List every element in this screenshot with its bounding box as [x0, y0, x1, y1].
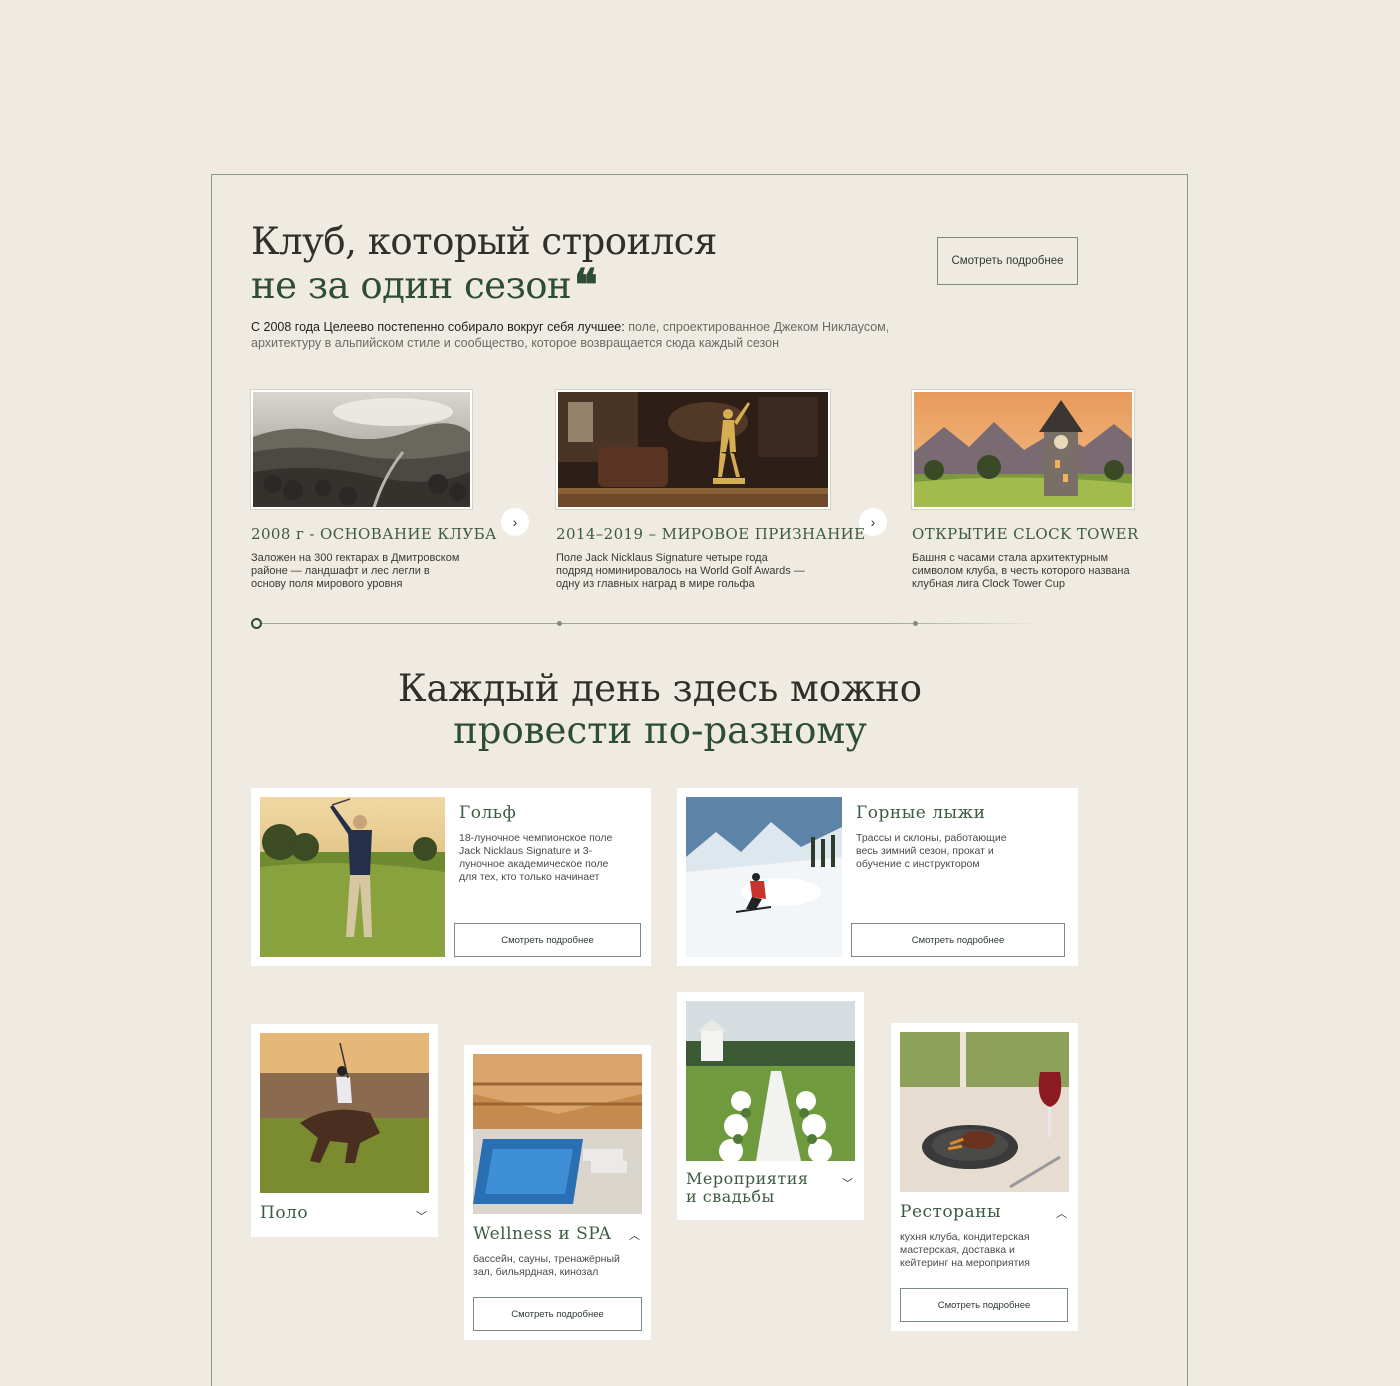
- chevron-up-icon[interactable]: ︿: [1056, 1205, 1067, 1221]
- restaurant-image: [900, 1032, 1069, 1192]
- ski-image: [686, 797, 842, 957]
- timeline-next-button-1[interactable]: ›: [501, 508, 529, 536]
- timeline-text-3: Башня с часами стала архитектурным симво…: [912, 552, 1130, 590]
- chevron-down-icon[interactable]: ﹀: [416, 1208, 427, 1224]
- hero-title-line1: Клуб, который строился: [251, 220, 717, 263]
- chevron-right-icon: ›: [512, 514, 518, 530]
- wellness-text: бассейн, сауны, тренажёрный зал, бильярд…: [473, 1253, 620, 1278]
- events-title: Мероприятия и свадьбы: [686, 1170, 809, 1206]
- ski-text: Трассы и склоны, работающие весь зимний …: [856, 832, 1007, 870]
- activity-card-restaurants[interactable]: Рестораны ︿ кухня клуба, кондитерская ма…: [891, 1023, 1078, 1331]
- polo-title: Поло: [260, 1203, 309, 1223]
- timeline-text-2: Поле Jack Nicklaus Signature четыре года…: [556, 552, 805, 590]
- timeline-image-clock-tower: [912, 390, 1134, 509]
- events-title-line2: и свадьбы: [686, 1187, 775, 1206]
- wellness-details-button[interactable]: Смотреть подробнее: [473, 1297, 642, 1331]
- chevron-up-icon[interactable]: ︿: [629, 1227, 640, 1243]
- ski-title: Горные лыжи: [856, 803, 986, 823]
- golf-title: Гольф: [459, 803, 517, 823]
- activities-title-line2: провести по-разному: [453, 709, 867, 752]
- quote-icon: ❝: [574, 260, 598, 311]
- activities-title-line1: Каждый день здесь можно: [397, 667, 923, 710]
- wedding-image: [686, 1001, 855, 1161]
- timeline-dot-3[interactable]: [913, 621, 918, 626]
- activities-title: Каждый день здесь можно провести по-разн…: [0, 668, 1320, 752]
- timeline-text-1: Заложен на 300 гектарах в Дмитровском ра…: [251, 552, 460, 590]
- hero-details-button[interactable]: Смотреть подробнее: [937, 237, 1078, 285]
- timeline-image-trophy: [556, 390, 830, 509]
- golf-details-button[interactable]: Смотреть подробнее: [454, 923, 641, 957]
- activity-card-events[interactable]: Мероприятия и свадьбы ﹀: [677, 992, 864, 1220]
- timeline-progress-line: [261, 623, 1045, 624]
- hero-intro: С 2008 года Целеево постепенно собирало …: [251, 319, 891, 351]
- activity-card-wellness[interactable]: Wellness и SPA ︿ бассейн, сауны, тренажё…: [464, 1045, 651, 1340]
- timeline-title-3: ОТКРЫТИЕ CLOCK TOWER: [912, 525, 1139, 543]
- polo-image: [260, 1033, 429, 1193]
- activity-card-ski[interactable]: Горные лыжи Трассы и склоны, работающие …: [677, 788, 1078, 966]
- chevron-down-icon[interactable]: ﹀: [842, 1175, 853, 1191]
- timeline-image-forest: [251, 390, 472, 509]
- timeline-title-1: 2008 г - ОСНОВАНИЕ КЛУБА: [251, 525, 497, 543]
- intro-highlight: С 2008 года Целеево постепенно собирало …: [251, 320, 625, 334]
- restaurants-details-button[interactable]: Смотреть подробнее: [900, 1288, 1068, 1322]
- timeline-dot-active[interactable]: [251, 618, 262, 629]
- golf-image: [260, 797, 445, 957]
- timeline-dot-2[interactable]: [557, 621, 562, 626]
- events-title-line1: Мероприятия: [686, 1169, 809, 1188]
- hero-title-line2: не за один сезон: [251, 264, 572, 307]
- timeline-title-2: 2014–2019 – МИРОВОЕ ПРИЗНАНИЕ: [556, 525, 866, 543]
- activity-card-polo[interactable]: Поло ﹀: [251, 1024, 438, 1237]
- restaurants-text: кухня клуба, кондитерская мастерская, до…: [900, 1231, 1030, 1269]
- activity-card-golf[interactable]: Гольф 18-луночное чемпионское поле Jack …: [251, 788, 651, 966]
- restaurants-title: Рестораны: [900, 1202, 1002, 1222]
- hero-title: Клуб, который строился не за один сезон: [251, 220, 717, 308]
- golf-text: 18-луночное чемпионское поле Jack Nickla…: [459, 832, 613, 883]
- wellness-title: Wellness и SPA: [473, 1224, 612, 1244]
- spa-image: [473, 1054, 642, 1214]
- chevron-right-icon: ›: [870, 514, 876, 530]
- ski-details-button[interactable]: Смотреть подробнее: [851, 923, 1065, 957]
